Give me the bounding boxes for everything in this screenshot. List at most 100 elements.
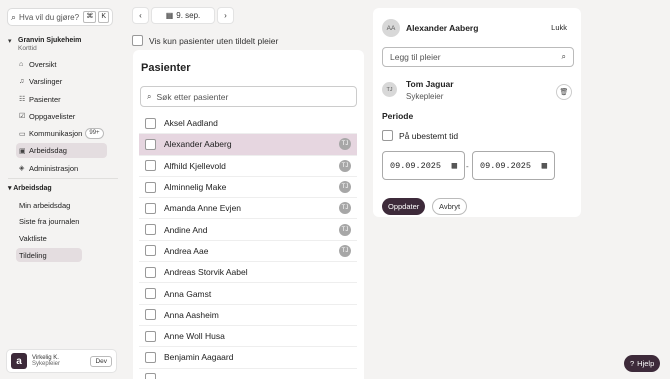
row-checkbox[interactable] — [145, 351, 156, 363]
row-checkbox[interactable] — [145, 288, 156, 300]
patient-header: AA Alexander Aaberg — [382, 19, 478, 37]
row-checkbox[interactable] — [145, 266, 156, 278]
section-label: Arbeidsdag — [13, 185, 52, 192]
org-unit: Korttid — [18, 45, 37, 52]
patient-search-input[interactable] — [156, 91, 350, 102]
assignment-panel: AA Alexander Aaberg Lukk ⌕ TJ Tom Jaguar… — [373, 8, 581, 217]
patient-name: Benjamin Aagaard — [164, 352, 234, 363]
subnav-item[interactable]: Vaktliste — [16, 232, 82, 246]
patient-row[interactable]: Alexander Aaberg TJ — [139, 134, 357, 156]
chevron-left-icon: ‹ — [139, 11, 142, 20]
command-search[interactable]: ⌕ Hva vil du gjøre? ⌘ K — [7, 8, 113, 26]
row-checkbox[interactable] — [145, 181, 156, 193]
remove-nurse-button[interactable]: 🗑 — [556, 84, 572, 100]
calendar-icon[interactable]: ▦ — [452, 161, 457, 171]
nurse-role: Sykepleier — [406, 92, 444, 101]
row-checkbox[interactable] — [145, 373, 156, 379]
calendar-icon[interactable]: ▦ — [542, 161, 547, 171]
nurse-initials-badge: TJ — [339, 138, 351, 151]
subnav-item[interactable]: Min arbeidsdag — [16, 198, 82, 212]
unbounded-checkbox[interactable] — [382, 130, 393, 141]
sub-nav: Min arbeidsdag Siste fra journalen Vaktlis… — [16, 198, 83, 265]
user-card[interactable]: a Virkelig K. Sykepleier Dev — [6, 349, 117, 373]
patient-row[interactable]: Benjamin Aagaard — [139, 347, 357, 369]
chevron-right-icon: › — [224, 11, 227, 20]
section-arbeidsdag[interactable]: ▾ Arbeidsdag — [8, 184, 52, 192]
to-date-field[interactable]: 09.09.2025 ▦ — [472, 151, 555, 180]
command-search-placeholder: Hva vil du gjøre? — [19, 12, 80, 22]
sidebar-item-varslinger[interactable]: ♫ Varslinger — [16, 74, 107, 89]
row-checkbox[interactable] — [145, 160, 156, 172]
patient-row[interactable]: Anne Woll Husa — [139, 326, 357, 348]
row-checkbox[interactable] — [145, 330, 156, 342]
row-checkbox[interactable] — [145, 117, 156, 129]
period-label: Periode — [382, 111, 414, 121]
sidebar-item-pasienter[interactable]: ☷ Pasienter — [16, 92, 107, 107]
prev-day-button[interactable]: ‹ — [132, 7, 149, 24]
patient-row[interactable]: Alfhild Kjellevold TJ — [139, 156, 357, 177]
patient-name: Aksel Aadland — [164, 118, 218, 129]
shield-icon: ◈ — [19, 165, 25, 173]
divider — [8, 178, 118, 179]
checklist-icon: ☑ — [19, 113, 26, 121]
subnav-item[interactable]: Tildeling — [16, 248, 83, 263]
row-checkbox[interactable] — [145, 309, 156, 321]
next-day-button[interactable]: › — [217, 7, 234, 24]
patient-row[interactable]: Anna Gamst — [139, 283, 357, 305]
date-navigator: ‹ ▦ 9. sep. › — [132, 7, 234, 24]
org-switcher[interactable]: Granvin Sjukeheim Korttid — [18, 37, 81, 52]
unbounded-label: På ubestemt tid — [399, 130, 459, 141]
chevron-down-icon[interactable]: ▾ — [8, 37, 12, 45]
close-button[interactable]: Lukk — [551, 23, 567, 32]
add-nurse-field[interactable]: ⌕ — [382, 47, 574, 67]
row-checkbox[interactable] — [145, 224, 156, 236]
patient-row[interactable]: Andine And TJ — [139, 219, 357, 241]
sidebar-item-kommunikasjon[interactable]: ▭ Kommunikasjon 99+ — [16, 126, 107, 141]
patient-row[interactable]: Aksel Aadland — [139, 113, 357, 135]
row-checkbox[interactable] — [145, 245, 156, 257]
sidebar-item-oppgavelister[interactable]: ☑ Oppgavelister — [16, 109, 107, 124]
patient-row[interactable]: Anna Aasheim — [139, 305, 357, 326]
sidebar-item-label: Varslinger — [29, 77, 63, 87]
nurse-name: Tom Jaguar — [406, 79, 454, 89]
app-logo: a — [11, 353, 27, 369]
patient-row[interactable]: Amanda Anne Evjen TJ — [139, 198, 357, 220]
patient-row[interactable]: Andrea Aae TJ — [139, 241, 357, 263]
row-checkbox[interactable] — [145, 138, 156, 150]
unassigned-filter[interactable]: Vis kun pasienter uten tildelt pleier — [132, 35, 278, 46]
patient-row[interactable]: Andreas Storvik Aabel — [139, 262, 357, 284]
nurse-initials-badge: TJ — [339, 202, 351, 215]
subnav-item[interactable]: Siste fra journalen — [16, 215, 82, 229]
patient-name: Alexander Aaberg — [164, 139, 232, 150]
patient-name: Alexander Aaberg — [406, 23, 479, 33]
patient-list: Aksel Aadland Alexander Aaberg TJ Alfhild K… — [139, 113, 357, 379]
calendar-icon: ▦ — [165, 11, 174, 20]
patient-name: Andrea Aae — [164, 245, 209, 256]
add-nurse-input[interactable] — [390, 52, 562, 62]
patient-name: Alfhild Kjellevold — [164, 160, 226, 171]
unread-badge: 99+ — [85, 128, 104, 140]
unbounded-option[interactable]: På ubestemt tid — [382, 130, 458, 141]
cancel-button[interactable]: Avbryt — [432, 198, 468, 215]
date-picker-button[interactable]: ▦ 9. sep. — [151, 7, 215, 24]
search-icon: ⌕ — [11, 11, 17, 22]
patient-row[interactable] — [139, 369, 357, 379]
patients-title: Pasienter — [141, 62, 191, 74]
patients-panel: Pasienter ⌕ Aksel Aadland Alexander Aaber… — [133, 50, 364, 379]
unassigned-checkbox[interactable] — [132, 35, 143, 46]
sidebar: ⌕ Hva vil du gjøre? ⌘ K ▾ Granvin Sjukeh… — [0, 0, 124, 379]
patient-row[interactable]: Alminnelig Make TJ — [139, 177, 357, 199]
row-checkbox[interactable] — [145, 202, 156, 214]
patient-avatar: AA — [382, 19, 400, 37]
sidebar-item-label: Oppgavelister — [29, 111, 76, 121]
sidebar-item-label: Arbeidsdag — [29, 146, 67, 156]
update-button[interactable]: Oppdater — [382, 198, 426, 215]
help-icon: ? — [630, 359, 635, 368]
sidebar-item-administrasjon[interactable]: ◈ Administrasjon — [16, 161, 107, 176]
sidebar-item-oversikt[interactable]: ⌂ Oversikt — [16, 57, 107, 72]
from-date-field[interactable]: 09.09.2025 ▦ — [382, 151, 465, 180]
sidebar-item-arbeidsdag[interactable]: ▣ Arbeidsdag — [16, 143, 107, 159]
patient-search[interactable]: ⌕ — [140, 86, 357, 107]
help-button[interactable]: ? Hjelp — [624, 355, 661, 372]
sidebar-item-label: Administrasjon — [29, 163, 79, 173]
